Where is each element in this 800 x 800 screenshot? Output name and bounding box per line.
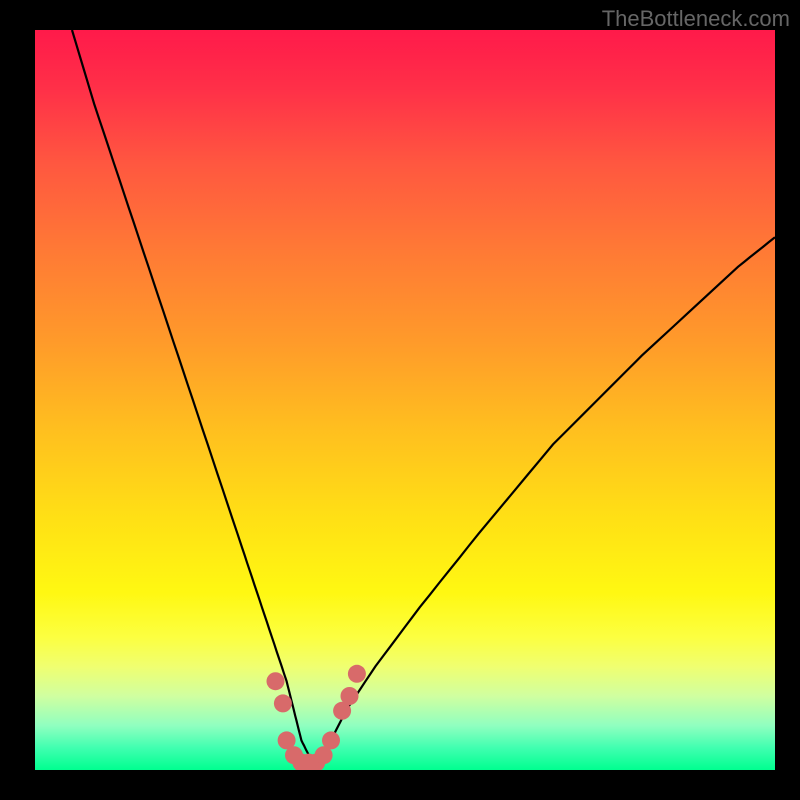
marker-dot xyxy=(322,731,340,749)
marker-dot xyxy=(274,694,292,712)
watermark-text: TheBottleneck.com xyxy=(602,6,790,32)
marker-dot xyxy=(267,672,285,690)
chart-plot-area xyxy=(35,30,775,770)
highlight-markers xyxy=(267,665,366,770)
chart-svg xyxy=(35,30,775,770)
marker-dot xyxy=(341,687,359,705)
bottleneck-curve xyxy=(72,30,775,763)
marker-dot xyxy=(348,665,366,683)
